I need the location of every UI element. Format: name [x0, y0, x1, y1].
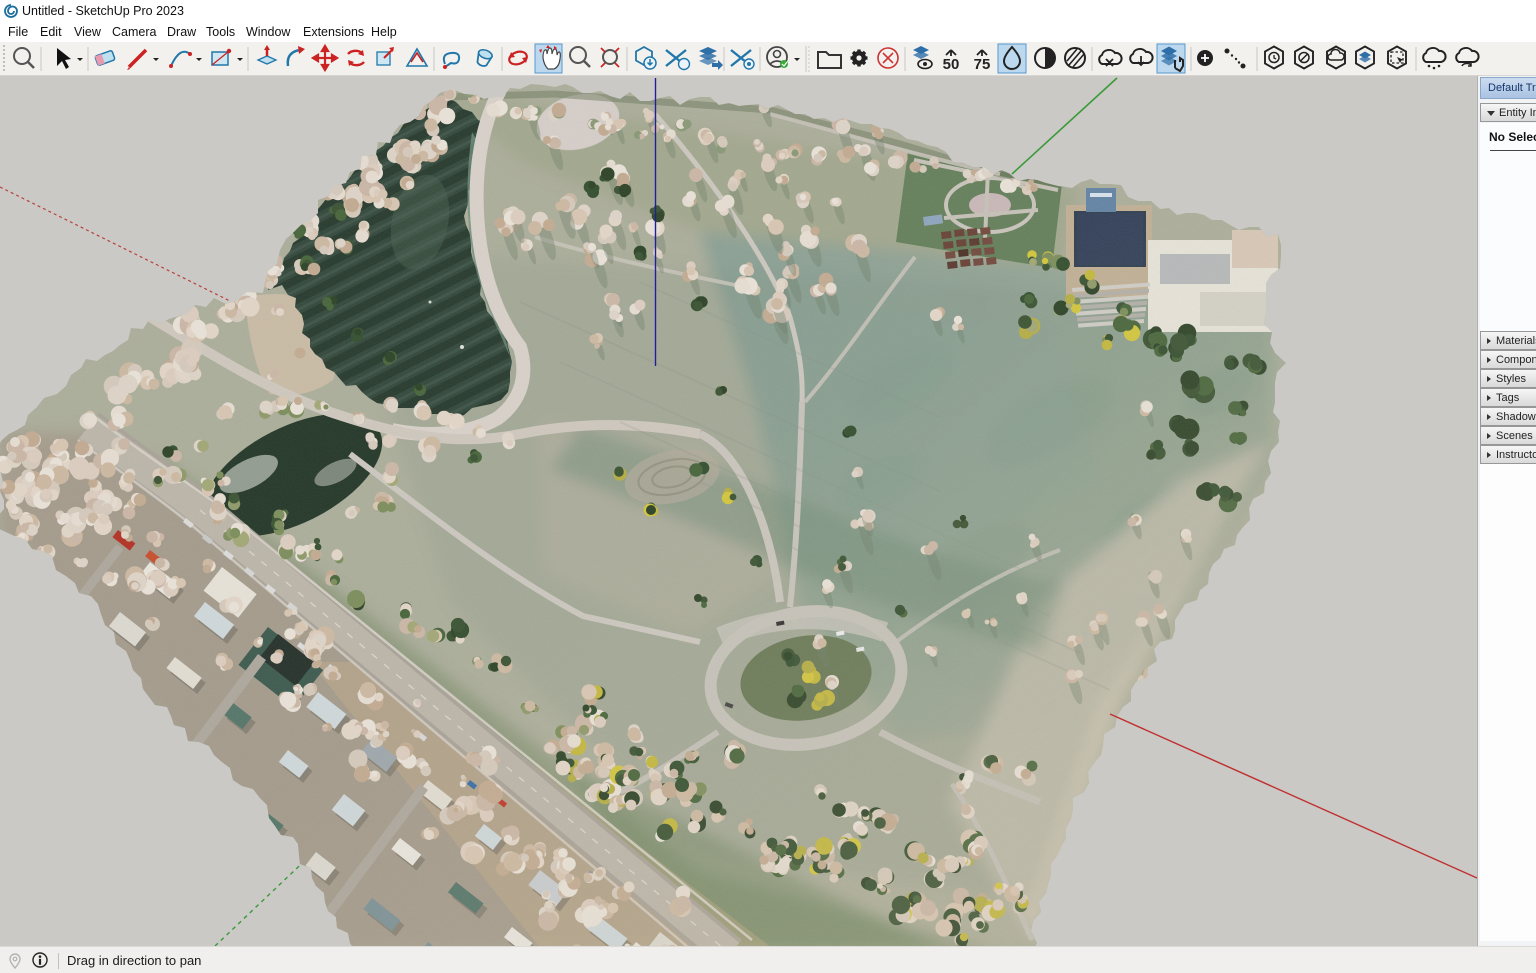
svg-text:75: 75: [974, 56, 991, 73]
svg-text:50: 50: [943, 56, 960, 73]
